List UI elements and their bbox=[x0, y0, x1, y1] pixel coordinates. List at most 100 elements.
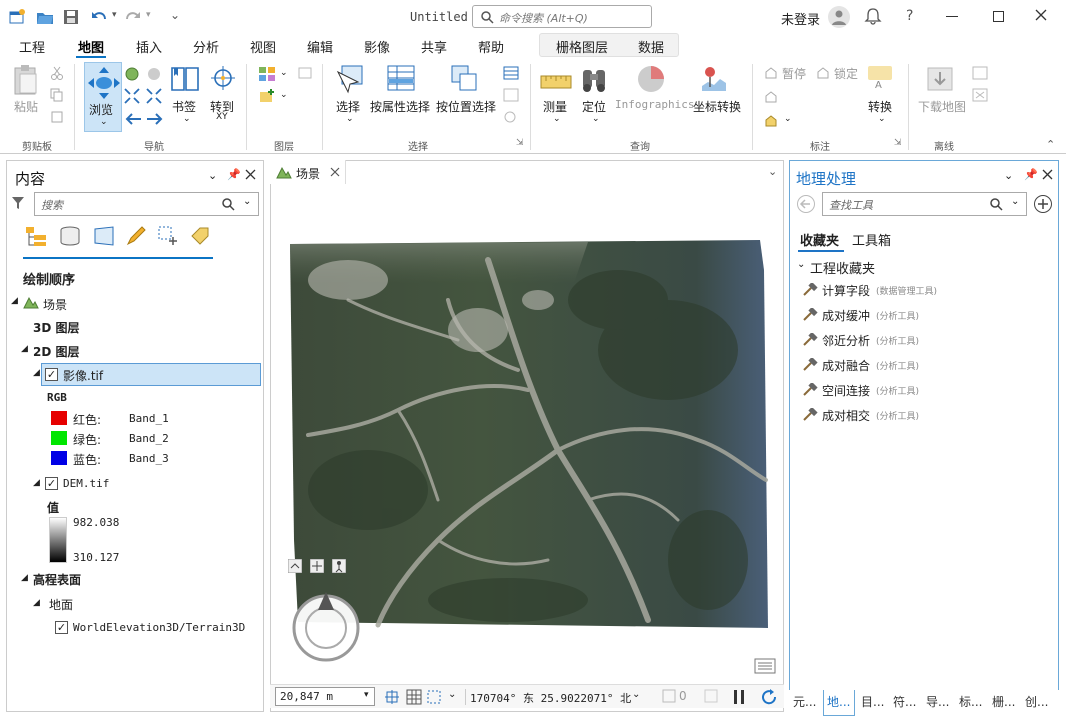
elevation-surfaces-heading[interactable]: 高程表面 bbox=[33, 571, 81, 588]
fixed-zoom-out-icon[interactable] bbox=[146, 88, 162, 104]
tab-favorites[interactable]: 收藏夹 bbox=[800, 230, 839, 249]
selection-options-icon[interactable]: ⇲ bbox=[516, 138, 524, 148]
favorite-tool-item[interactable]: 成对相交 (分析工具) bbox=[802, 405, 1042, 425]
infographics-button[interactable]: Infographics bbox=[615, 98, 694, 111]
select-dropdown-icon[interactable]: ⌄ bbox=[346, 114, 354, 124]
attributes-icon[interactable] bbox=[503, 66, 519, 80]
terrain-visibility-checkbox[interactable]: ✓ bbox=[55, 621, 68, 634]
basemap-dropdown-icon[interactable]: ⌄ bbox=[280, 68, 288, 78]
help-button[interactable]: ? bbox=[906, 8, 913, 24]
add-data-icon[interactable] bbox=[258, 88, 276, 104]
list-by-editing-icon[interactable] bbox=[125, 225, 147, 247]
goto-xy-icon[interactable] bbox=[210, 64, 236, 92]
pin-icon[interactable]: 📌 bbox=[227, 168, 241, 181]
image-layer-visibility-checkbox[interactable]: ✓ bbox=[45, 368, 58, 381]
collapse-arrow-icon[interactable]: ⌄ bbox=[797, 259, 805, 270]
scene-settings-icon[interactable] bbox=[754, 658, 776, 674]
measure-icon[interactable] bbox=[540, 74, 572, 92]
sign-in-status[interactable]: 未登录 bbox=[781, 9, 820, 28]
search-dropdown-icon[interactable]: ⌄ bbox=[1011, 196, 1019, 207]
menu-project[interactable]: 工程 bbox=[19, 37, 45, 56]
customize-toolbar-icon[interactable]: ⌄ bbox=[170, 8, 180, 22]
redo-icon[interactable] bbox=[124, 8, 142, 26]
layer-tool-icon[interactable] bbox=[298, 67, 312, 79]
view-unplaced-icon[interactable] bbox=[764, 90, 778, 104]
collapse-ribbon-icon[interactable]: ⌃ bbox=[1046, 138, 1055, 151]
paste-icon[interactable] bbox=[12, 64, 40, 96]
save-icon[interactable] bbox=[62, 8, 80, 26]
new-project-icon[interactable] bbox=[8, 8, 26, 26]
explore-button[interactable]: 浏览 ⌄ bbox=[84, 62, 122, 132]
menu-help[interactable]: 帮助 bbox=[478, 37, 504, 56]
convert-dropdown-icon[interactable]: ⌄ bbox=[878, 114, 886, 124]
convert-labels-button[interactable]: 转换 bbox=[868, 98, 892, 115]
remove-offline-icon[interactable] bbox=[972, 88, 988, 102]
locate-icon[interactable] bbox=[580, 64, 608, 94]
lock-labels-icon[interactable] bbox=[816, 66, 830, 80]
snapping-icon[interactable] bbox=[426, 689, 442, 705]
menu-data[interactable]: 数据 bbox=[638, 37, 664, 56]
scene-node[interactable]: 场景 bbox=[43, 296, 67, 313]
zoom-layer-icon[interactable] bbox=[146, 66, 162, 82]
red-swatch[interactable] bbox=[51, 411, 67, 425]
bookmarks-button[interactable]: 书签 bbox=[172, 98, 196, 115]
bookmarks-dropdown-icon[interactable]: ⌄ bbox=[183, 114, 191, 124]
select-by-location-button[interactable]: 按位置选择 bbox=[436, 98, 496, 115]
minimize-button[interactable] bbox=[946, 16, 958, 17]
tab-labeling[interactable]: 标... bbox=[959, 693, 982, 710]
tab-catalog-meta[interactable]: 元... bbox=[793, 693, 816, 710]
first-person-icon[interactable] bbox=[332, 559, 346, 573]
add-tool-button[interactable] bbox=[1033, 194, 1053, 214]
back-button[interactable] bbox=[796, 194, 816, 214]
pane-menu-icon[interactable]: ⌄ bbox=[208, 169, 217, 182]
next-extent-icon[interactable] bbox=[146, 112, 164, 126]
bookmark-icon[interactable] bbox=[170, 64, 200, 92]
table-icon[interactable] bbox=[406, 689, 422, 705]
convert-labels-icon[interactable]: A bbox=[866, 64, 894, 92]
tab-export[interactable]: 导... bbox=[926, 693, 949, 710]
select-by-attributes-button[interactable]: 按属性选择 bbox=[370, 98, 430, 115]
copy-path-icon[interactable] bbox=[50, 110, 64, 124]
find-tools-input[interactable]: 查找工具 ⌄ bbox=[822, 192, 1027, 216]
green-swatch[interactable] bbox=[51, 431, 67, 445]
favorite-tool-item[interactable]: 成对融合 (分析工具) bbox=[802, 355, 1042, 375]
copy-icon[interactable] bbox=[50, 88, 64, 102]
full-control-icon[interactable] bbox=[310, 559, 324, 573]
menu-insert[interactable]: 插入 bbox=[136, 37, 162, 56]
favorite-tool-item[interactable]: 空间连接 (分析工具) bbox=[802, 380, 1042, 400]
expand-arrow-icon[interactable]: ◢ bbox=[33, 598, 40, 608]
filter-icon[interactable] bbox=[11, 195, 25, 211]
tab-create[interactable]: 创... bbox=[1025, 693, 1048, 710]
more-labels-dropdown-icon[interactable]: ⌄ bbox=[784, 114, 792, 124]
pin-icon[interactable]: 📌 bbox=[1024, 168, 1038, 181]
scale-dropdown-icon[interactable]: ▾ bbox=[364, 690, 369, 700]
navigator-collapse-icon[interactable] bbox=[288, 559, 302, 573]
pause-drawing-button[interactable] bbox=[732, 689, 746, 705]
close-pane-icon[interactable] bbox=[245, 169, 256, 180]
command-search-input[interactable]: 命令搜索 (Alt+Q) bbox=[472, 5, 652, 28]
maximize-button[interactable] bbox=[993, 11, 1004, 22]
menu-view[interactable]: 视图 bbox=[250, 37, 276, 56]
tab-symbology[interactable]: 符... bbox=[893, 693, 916, 710]
list-by-drawing-order-icon[interactable] bbox=[25, 225, 49, 247]
open-project-icon[interactable] bbox=[36, 8, 54, 26]
full-extent-icon[interactable] bbox=[124, 66, 140, 82]
download-map-button[interactable]: 下载地图 bbox=[918, 98, 966, 115]
dem-color-ramp[interactable] bbox=[49, 517, 67, 563]
tab-catalog[interactable]: 目... bbox=[861, 693, 884, 710]
select-button[interactable]: 选择 bbox=[336, 98, 360, 115]
menu-map[interactable]: 地图 bbox=[78, 37, 104, 56]
menu-edit[interactable]: 编辑 bbox=[307, 37, 333, 56]
zoom-to-selection-icon[interactable] bbox=[503, 110, 519, 124]
list-by-snapping-icon[interactable] bbox=[157, 225, 179, 247]
satellite-imagery[interactable] bbox=[288, 240, 768, 630]
snapping-dropdown-icon[interactable]: ⌄ bbox=[448, 689, 456, 700]
refresh-button[interactable] bbox=[760, 688, 778, 706]
tab-list-dropdown-icon[interactable]: ⌄ bbox=[768, 165, 777, 178]
close-tab-icon[interactable] bbox=[330, 167, 340, 177]
list-by-source-icon[interactable] bbox=[59, 225, 81, 247]
scene-tab[interactable]: 场景 bbox=[270, 160, 346, 184]
menu-imagery[interactable]: 影像 bbox=[364, 37, 390, 56]
navigator-compass[interactable] bbox=[290, 590, 362, 662]
basemap-icon[interactable] bbox=[258, 66, 276, 82]
